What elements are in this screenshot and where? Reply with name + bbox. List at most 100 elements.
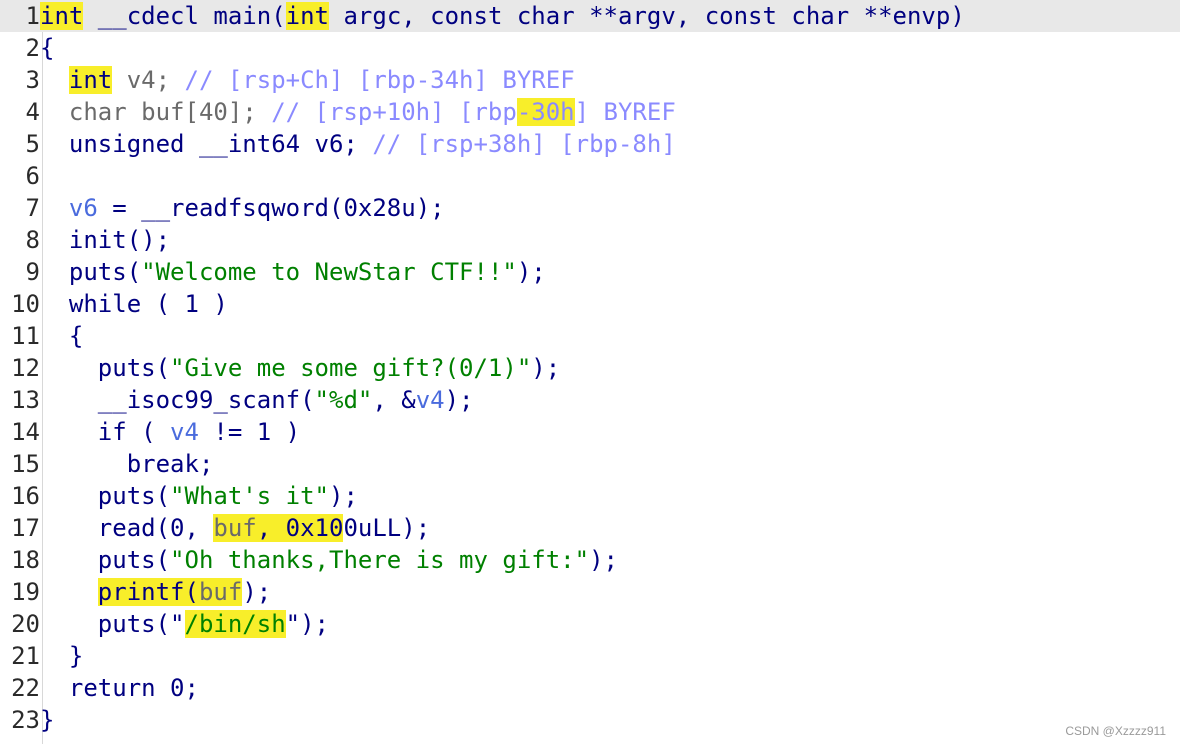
code-line[interactable]: 12 puts("Give me some gift?(0/1)"); [0,352,1180,384]
code-token: v4; [112,66,185,94]
code-token: int [285,2,330,30]
code-line[interactable]: 14 if ( v4 != 1 ) [0,416,1180,448]
decompiler-code-view[interactable]: 1int __cdecl main(int argc, const char *… [0,0,1180,746]
code-token: printf( [97,578,199,606]
code-token: } [40,706,55,734]
code-token: "); [285,610,330,638]
code-token: break; [40,450,214,478]
code-line[interactable]: 23} [0,704,1180,736]
code-token: "Welcome to NewStar CTF!!" [141,258,517,286]
code-token: ); [444,386,474,414]
code-text: } [40,704,54,736]
code-text: { [40,320,83,352]
line-number: 9 [25,258,40,286]
code-line[interactable]: 7 v6 = __readfsqword(0x28u); [0,192,1180,224]
code-token: ); [242,578,272,606]
code-line[interactable]: 6 [0,160,1180,192]
code-token: -30h [516,98,575,126]
code-token: "%d" [314,386,373,414]
code-line[interactable]: 11 { [0,320,1180,352]
code-text: puts("Give me some gift?(0/1)"); [40,352,560,384]
code-token: ); [531,354,561,382]
line-number: 4 [25,98,40,126]
code-text: read(0, buf, 0x100uLL); [40,512,430,544]
code-token: { [40,34,55,62]
code-token: // [rsp+10h] [rbp [271,98,517,126]
code-token: { [40,322,84,350]
code-line[interactable]: 19 printf(buf); [0,576,1180,608]
line-number: 10 [11,290,40,318]
code-token: char buf[40]; [40,98,272,126]
code-token: puts( [40,258,142,286]
code-token: // [rsp+38h] [rbp-8h] [372,130,676,158]
line-number: 2 [25,34,40,62]
code-token: ); [589,546,618,574]
code-token: __isoc99_scanf( [40,386,315,414]
code-text: while ( 1 ) [40,288,228,320]
line-number: 23 [11,706,40,734]
code-token: ); [329,482,358,510]
code-text: puts("/bin/sh"); [40,608,329,640]
line-number: 20 [11,610,40,638]
code-text: break; [40,448,214,480]
code-line[interactable]: 2{ [0,32,1180,64]
code-text: char buf[40]; // [rsp+10h] [rbp-30h] BYR… [40,96,676,128]
code-token: buf [213,514,257,542]
line-number: 5 [25,130,40,158]
code-text: __isoc99_scanf("%d", &v4); [40,384,474,416]
code-token: init(); [40,226,171,254]
code-line[interactable]: 10 while ( 1 ) [0,288,1180,320]
code-token: 0uLL); [343,514,431,542]
code-line[interactable]: 21 } [0,640,1180,672]
code-text: int v4; // [rsp+Ch] [rbp-34h] BYREF [40,64,575,96]
code-line[interactable]: 16 puts("What's it"); [0,480,1180,512]
line-number: 15 [11,450,40,478]
line-number: 22 [11,674,40,702]
code-token: return 0; [40,674,199,702]
code-token: unsigned __int64 v6; [40,130,373,158]
code-text: { [40,32,54,64]
code-text: } [40,640,83,672]
code-token: /bin/sh [184,610,286,638]
code-token: != 1 ) [198,418,301,446]
code-token: puts( [40,354,171,382]
code-line[interactable]: 22 return 0; [0,672,1180,704]
code-line[interactable]: 15 break; [0,448,1180,480]
code-token: "Give me some gift?(0/1)" [170,354,532,382]
line-number: 21 [11,642,40,670]
code-line[interactable]: 4 char buf[40]; // [rsp+10h] [rbp-30h] B… [0,96,1180,128]
code-token: "Oh thanks,There is my gift:" [170,546,590,574]
code-text: puts("Welcome to NewStar CTF!!"); [40,256,546,288]
code-token: int [68,66,113,94]
code-line[interactable]: 8 init(); [0,224,1180,256]
code-line[interactable]: 3 int v4; // [rsp+Ch] [rbp-34h] BYREF [0,64,1180,96]
line-number: 14 [11,418,40,446]
code-token: argc, const char **argv, const char **en… [329,2,965,30]
code-token: v4 [170,418,199,446]
code-token: "What's it" [170,482,329,510]
code-text: return 0; [40,672,199,704]
code-line[interactable]: 5 unsigned __int64 v6; // [rsp+38h] [rbp… [0,128,1180,160]
code-token: int [40,2,84,30]
code-text: unsigned __int64 v6; // [rsp+38h] [rbp-8… [40,128,676,160]
code-token: while ( 1 ) [40,290,228,318]
code-line[interactable]: 20 puts("/bin/sh"); [0,608,1180,640]
code-text: puts("What's it"); [40,480,358,512]
line-number: 19 [11,578,40,606]
code-token: puts(" [40,610,185,638]
code-token: , & [372,386,416,414]
code-line[interactable]: 18 puts("Oh thanks,There is my gift:"); [0,544,1180,576]
line-number: 13 [11,386,40,414]
line-number: 6 [25,162,40,190]
line-number: 7 [25,194,40,222]
watermark: CSDN @Xzzzz911 [1065,724,1166,738]
code-line[interactable]: 17 read(0, buf, 0x100uLL); [0,512,1180,544]
code-line[interactable]: 9 puts("Welcome to NewStar CTF!!"); [0,256,1180,288]
code-token: if ( [40,418,171,446]
code-text: if ( v4 != 1 ) [40,416,300,448]
line-number: 11 [11,322,40,350]
code-line[interactable]: 1int __cdecl main(int argc, const char *… [0,0,1180,32]
code-line[interactable]: 13 __isoc99_scanf("%d", &v4); [0,384,1180,416]
line-number: 8 [25,226,40,254]
